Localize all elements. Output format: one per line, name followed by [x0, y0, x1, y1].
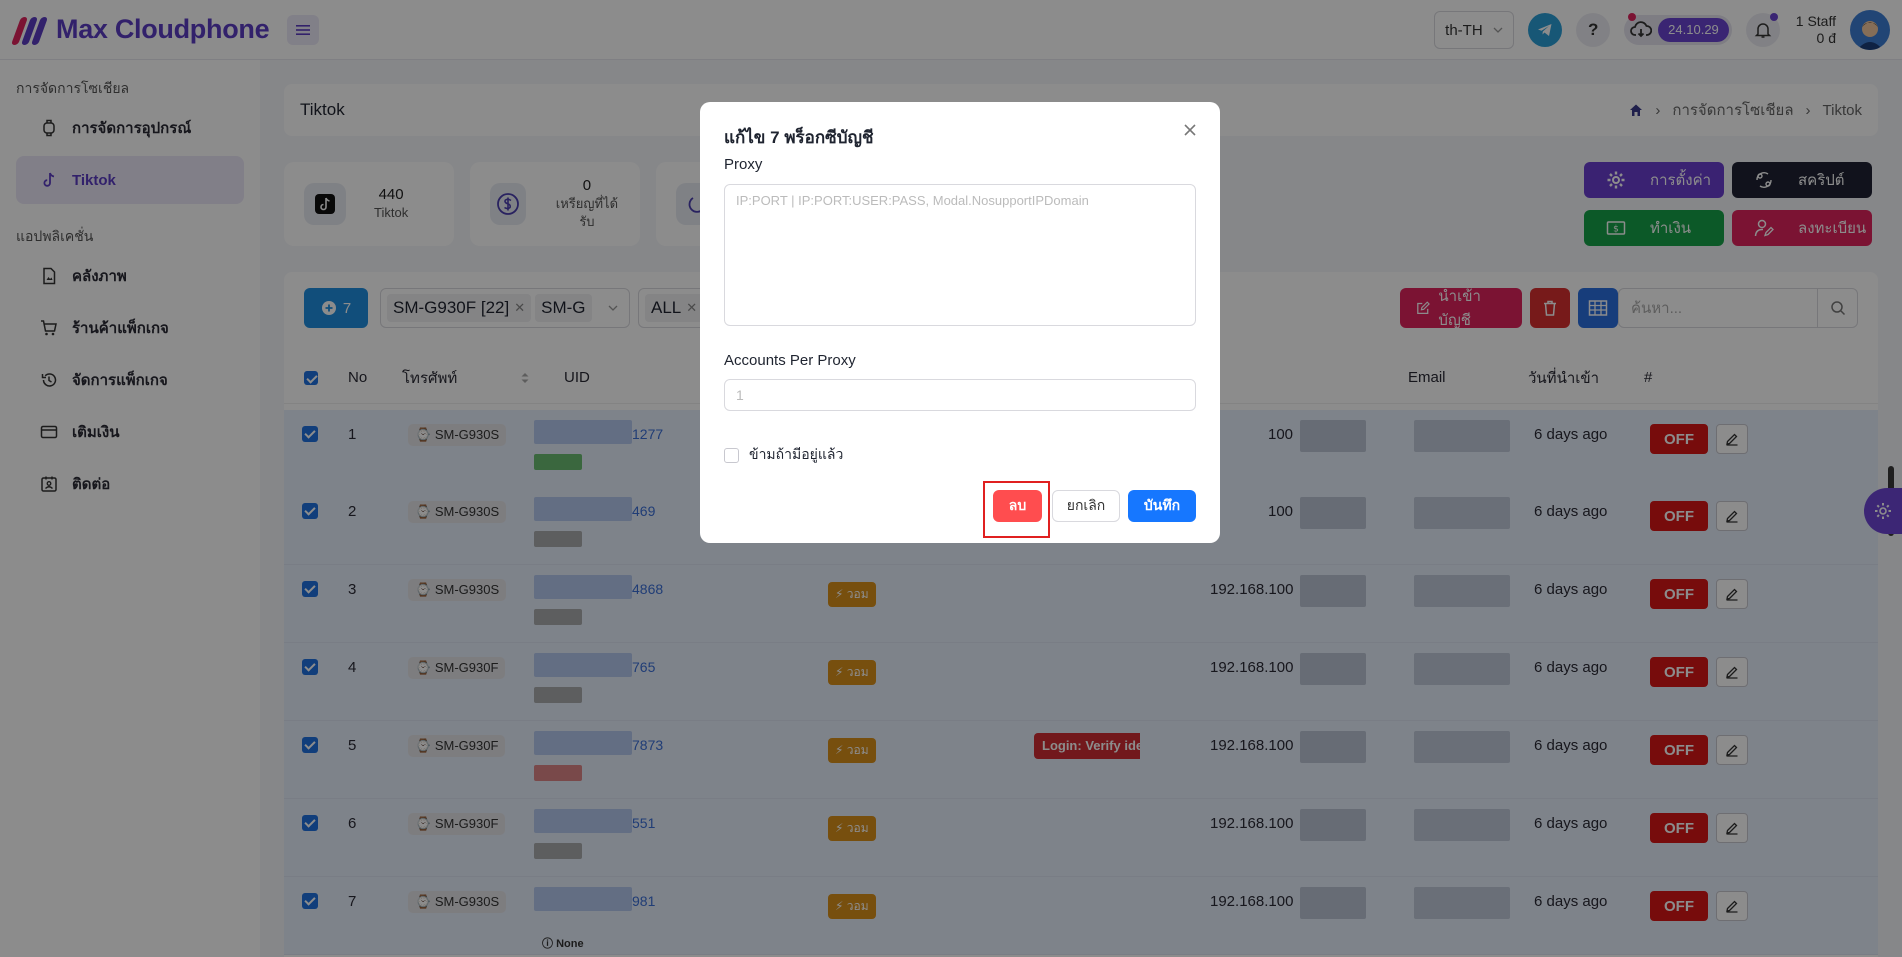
proxy-label: Proxy — [724, 156, 763, 173]
skip-existing-label: ข้ามถ้ามีอยู่แล้ว — [749, 446, 844, 462]
proxy-textarea[interactable]: IP:PORT | IP:PORT:USER:PASS, Modal.Nosup… — [724, 184, 1196, 326]
save-button[interactable]: บันทึก — [1128, 490, 1196, 522]
edit-proxy-modal: แก้ไข 7 พร็อกซีบัญชี Proxy IP:PORT | IP:… — [700, 102, 1220, 543]
skip-existing-checkbox[interactable]: ข้ามถ้ามีอยู่แล้ว — [724, 444, 843, 466]
delete-button[interactable]: ลบ — [993, 490, 1042, 522]
checkbox-box[interactable] — [724, 447, 739, 463]
cancel-button[interactable]: ยกเลิก — [1052, 490, 1120, 522]
modal-title: แก้ไข 7 พร็อกซีบัญชี — [724, 128, 874, 147]
accounts-per-proxy-input[interactable]: 1 — [724, 379, 1196, 411]
close-icon[interactable] — [1180, 120, 1200, 140]
accounts-per-proxy-label: Accounts Per Proxy — [724, 352, 856, 369]
